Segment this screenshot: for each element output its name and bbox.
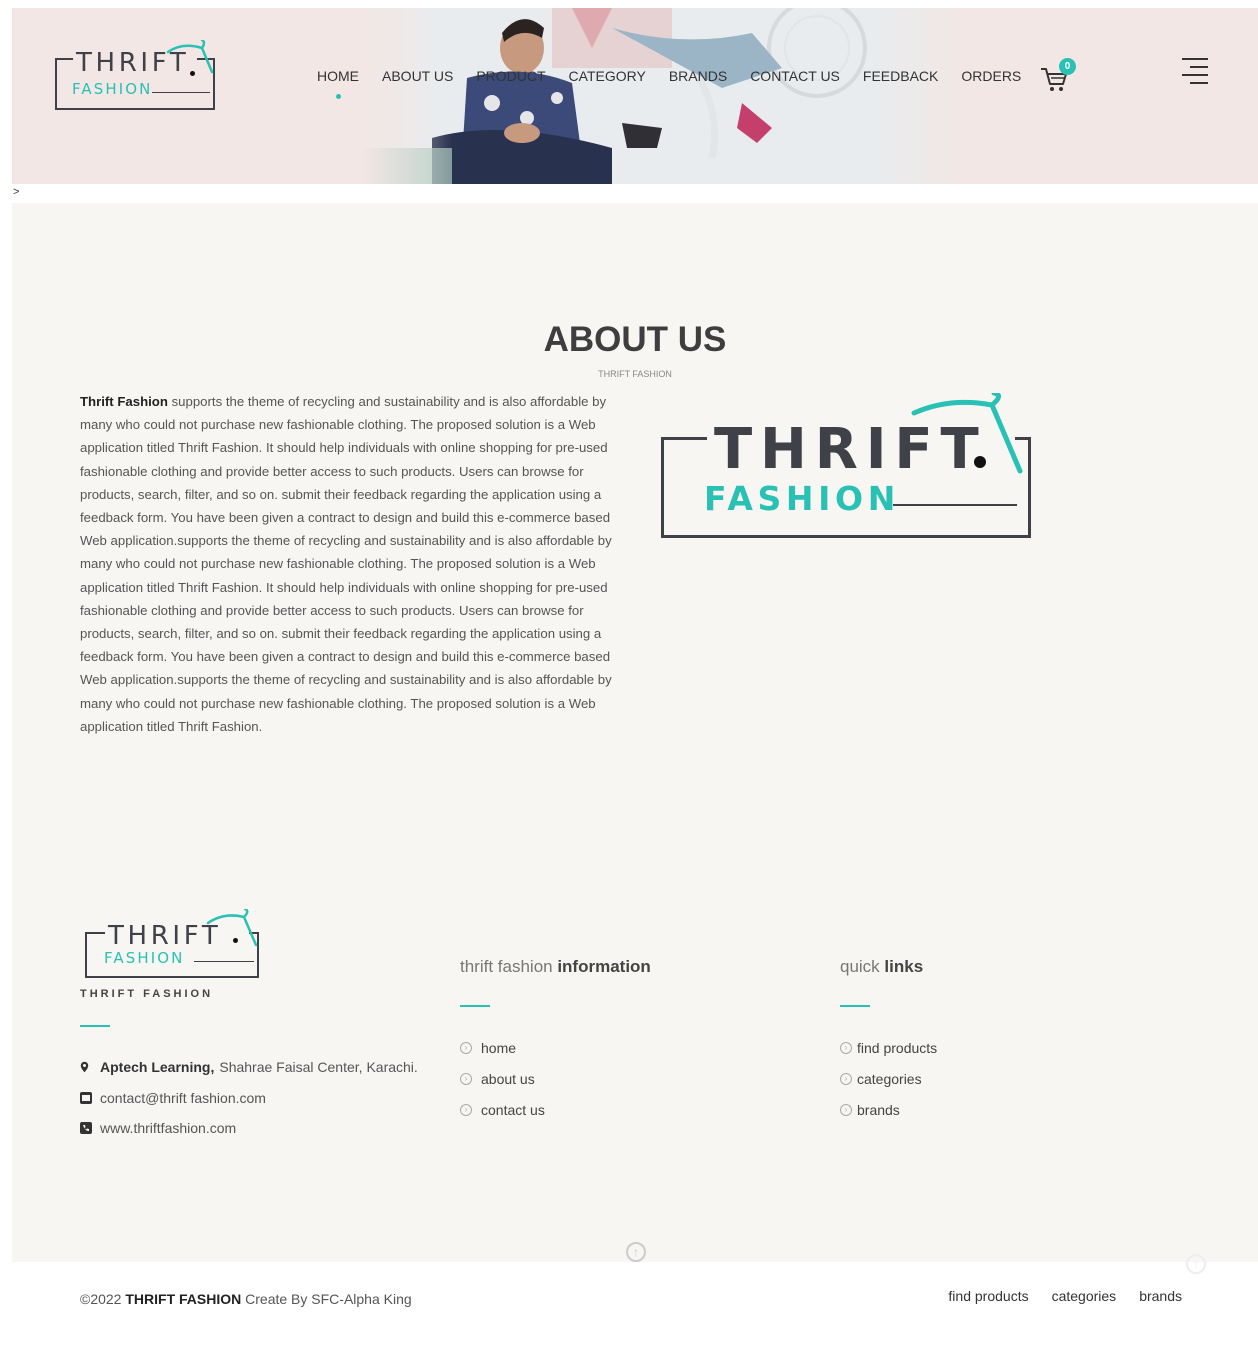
phone-icon xyxy=(80,1122,92,1134)
footer-brand-caption: THRIFT FASHION xyxy=(80,988,214,1000)
map-marker-icon xyxy=(80,1061,89,1073)
scroll-top-icon[interactable]: ↑ xyxy=(626,1242,646,1262)
hanger-icon xyxy=(206,909,258,947)
nav-brands[interactable]: BRANDS xyxy=(669,68,727,84)
arrow-circle-icon: › xyxy=(460,1104,472,1116)
cart-button[interactable]: 0 xyxy=(1039,58,1076,94)
about-brand-name: Thrift Fashion xyxy=(80,394,168,409)
bottom-link-categories[interactable]: categories xyxy=(1052,1288,1117,1304)
footer-link-brands[interactable]: › brands xyxy=(840,1102,900,1118)
footer-divider xyxy=(80,1025,110,1027)
footer-quick-divider xyxy=(840,1005,870,1007)
envelope-icon xyxy=(80,1092,92,1104)
footer-link-about-us[interactable]: › about us xyxy=(460,1071,535,1087)
footer-address-text: Shahrae Faisal Center, Karachi. xyxy=(219,1059,418,1075)
nav-feedback[interactable]: FEEDBACK xyxy=(863,68,938,84)
footer-link-categories[interactable]: › categories xyxy=(840,1071,922,1087)
arrow-circle-icon: › xyxy=(840,1104,852,1116)
page-title: ABOUT US xyxy=(543,320,727,359)
footer-link-contact-us[interactable]: › contact us xyxy=(460,1102,545,1118)
arrow-circle-icon: › xyxy=(460,1042,472,1054)
bottom-link-find-products[interactable]: find products xyxy=(948,1288,1028,1304)
bottom-link-brands[interactable]: brands xyxy=(1139,1288,1182,1304)
nav-about-us[interactable]: ABOUT US xyxy=(382,68,453,84)
cart-count-badge: 0 xyxy=(1059,58,1076,75)
breadcrumb: > xyxy=(13,186,20,198)
footer-info-title: thrift fashion information xyxy=(460,957,651,976)
main-nav: HOME ABOUT US PRODUCT CATEGORY BRANDS CO… xyxy=(317,68,1044,99)
hero-banner-image xyxy=(362,8,962,184)
hanger-icon xyxy=(911,393,1023,474)
nav-home[interactable]: HOME xyxy=(317,68,359,99)
footer-logo-fashion: FASHION xyxy=(104,949,185,967)
about-body-text: supports the theme of recycling and sust… xyxy=(80,394,612,734)
arrow-circle-icon: › xyxy=(840,1042,852,1054)
nav-contact-us[interactable]: CONTACT US xyxy=(750,68,840,84)
footer-email-text: contact@thrift fashion.com xyxy=(100,1090,266,1106)
footer-website[interactable]: www.thriftfashion.com xyxy=(80,1120,236,1136)
back-to-top-icon[interactable]: ↑ xyxy=(1186,1254,1206,1274)
footer-address: Aptech Learning, Shahrae Faisal Center, … xyxy=(80,1059,418,1075)
footer-link-home[interactable]: › home xyxy=(460,1040,516,1056)
arrow-circle-icon: › xyxy=(460,1073,472,1085)
footer-link-find-products[interactable]: › find products xyxy=(840,1040,937,1056)
footer-quick-title: quick links xyxy=(840,957,924,976)
about-logo-fashion: FASHION xyxy=(704,479,900,518)
hanger-icon xyxy=(166,40,214,74)
site-logo[interactable]: THRIFT FASHION xyxy=(54,40,219,112)
about-paragraph: Thrift Fashion supports the theme of rec… xyxy=(80,390,628,738)
nav-product[interactable]: PRODUCT xyxy=(476,68,545,84)
site-header: THRIFT FASHION HOME ABOUT US PRODUCT CAT… xyxy=(12,8,1258,184)
nav-orders[interactable]: ORDERS xyxy=(961,68,1021,84)
copyright-brand: THRIFT FASHION xyxy=(125,1291,242,1307)
logo-text-fashion: FASHION xyxy=(72,80,153,98)
bottom-links: find products categories brands xyxy=(948,1288,1182,1304)
page-subtitle: THRIFT FASHION xyxy=(598,369,672,379)
footer-email[interactable]: contact@thrift fashion.com xyxy=(80,1090,266,1106)
arrow-circle-icon: › xyxy=(840,1073,852,1085)
nav-category[interactable]: CATEGORY xyxy=(569,68,646,84)
menu-toggle-icon[interactable] xyxy=(1178,56,1210,86)
footer-website-text: www.thriftfashion.com xyxy=(100,1120,237,1136)
footer-address-bold: Aptech Learning, xyxy=(100,1059,215,1075)
footer-info-divider xyxy=(460,1005,490,1007)
copyright-text: ©2022 THRIFT FASHION Create By SFC-Alpha… xyxy=(80,1291,412,1307)
footer-logo[interactable]: THRIFT FASHION xyxy=(84,909,264,981)
about-logo-image: THRIFT FASHION xyxy=(660,393,1032,539)
bottom-bar: ©2022 THRIFT FASHION Create By SFC-Alpha… xyxy=(12,1254,1258,1351)
main-content: ABOUT US THRIFT FASHION Thrift Fashion s… xyxy=(12,203,1258,1262)
